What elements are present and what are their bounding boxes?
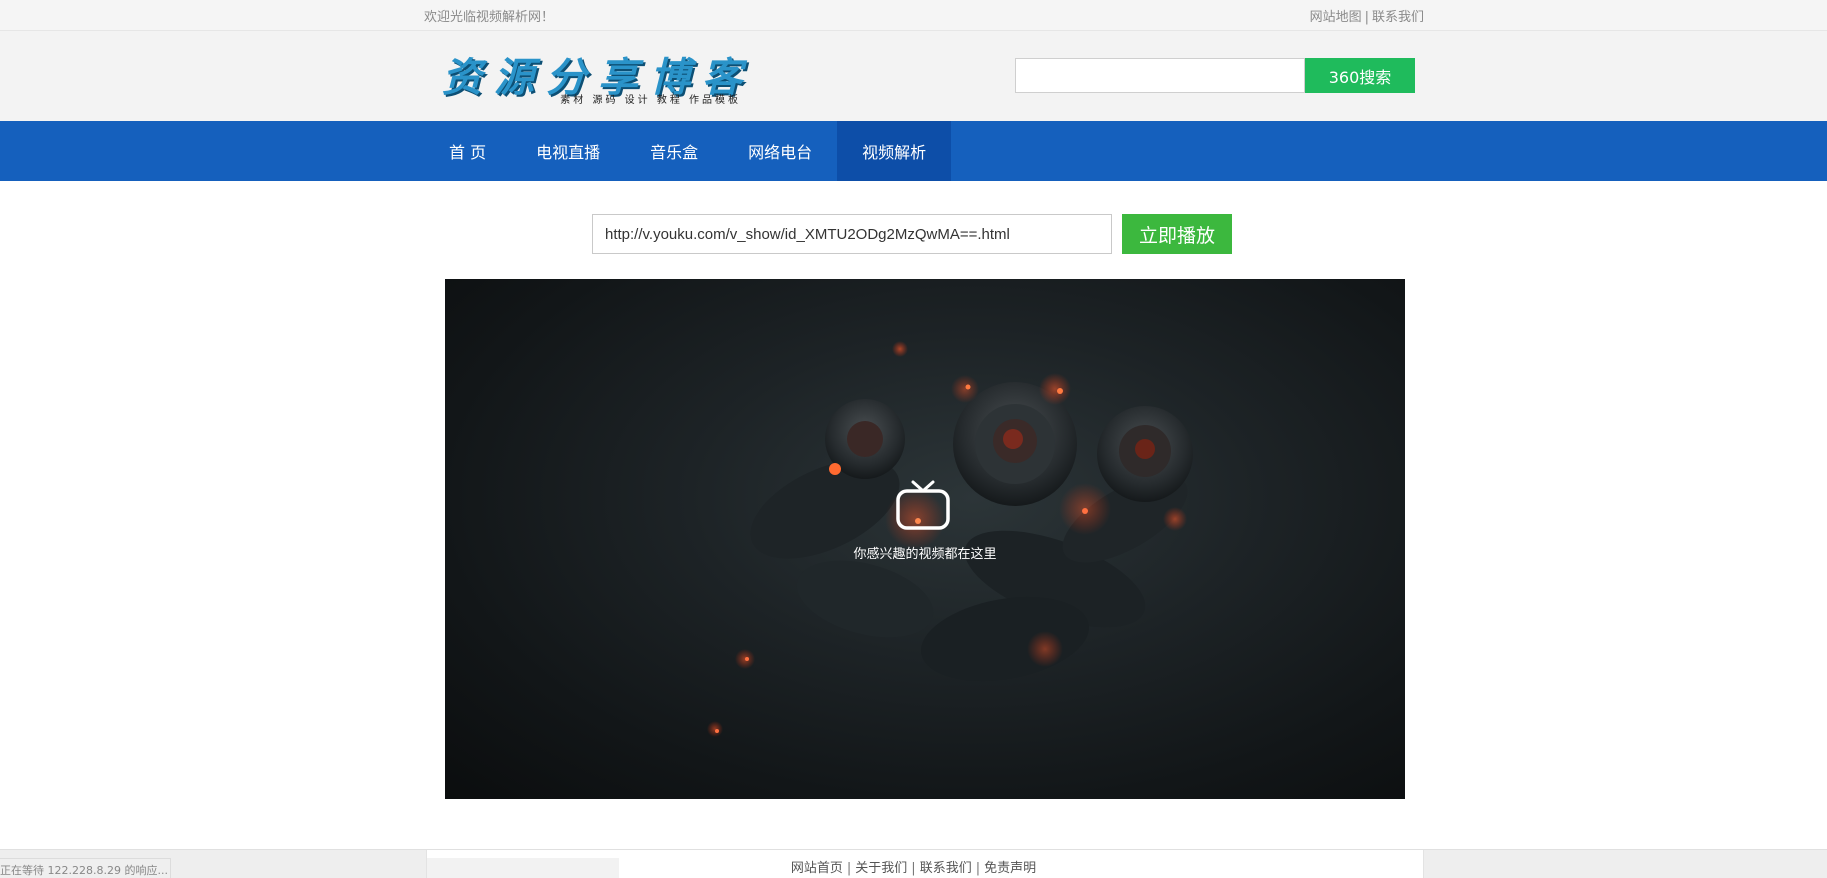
- footer-link-disclaimer[interactable]: 免责声明: [984, 861, 1036, 876]
- nav-item-home[interactable]: 首 页: [424, 121, 511, 181]
- nav-items: 首 页 电视直播 音乐盒 网络电台 视频解析: [424, 121, 952, 181]
- player-overlay: 你感兴趣的视频都在这里: [445, 279, 1405, 799]
- nav-item-tv-live[interactable]: 电视直播: [511, 121, 625, 181]
- footer-link-contact[interactable]: 联系我们: [920, 861, 972, 876]
- top-links: 网站地图 | 联系我们: [1310, 6, 1424, 25]
- main-nav: 首 页 电视直播 音乐盒 网络电台 视频解析: [0, 121, 1827, 181]
- top-link-separator: |: [1364, 10, 1369, 25]
- video-url-input[interactable]: [592, 214, 1112, 254]
- browser-status-bar: 正在等待 122.228.8.29 的响应...: [0, 858, 171, 878]
- site-footer: 网站首页 | 关于我们 | 联系我们 | 免责声明: [0, 849, 1827, 878]
- footer-link-separator: |: [846, 861, 852, 876]
- welcome-text: 欢迎光临视频解析网！: [424, 10, 555, 25]
- footer-links: 网站首页 | 关于我们 | 联系我们 | 免责声明: [0, 857, 1827, 876]
- footer-link-home[interactable]: 网站首页: [791, 861, 843, 876]
- tv-icon: [896, 480, 950, 530]
- footer-link-about[interactable]: 关于我们: [855, 861, 907, 876]
- sitemap-link[interactable]: 网站地图: [1310, 10, 1362, 25]
- search-input[interactable]: [1015, 58, 1305, 93]
- contact-link[interactable]: 联系我们: [1372, 10, 1424, 25]
- nav-item-video-parse[interactable]: 视频解析: [837, 121, 952, 181]
- play-now-button[interactable]: 立即播放: [1122, 214, 1232, 254]
- footer-link-separator: |: [975, 861, 981, 876]
- search-360-button[interactable]: 360搜索: [1305, 58, 1415, 93]
- nav-item-web-radio[interactable]: 网络电台: [723, 121, 837, 181]
- site-logo[interactable]: 资源分享博客 素材 源码 设计 教程 作品模板: [442, 45, 747, 107]
- footer-link-separator: |: [911, 861, 916, 876]
- site-header: 资源分享博客 素材 源码 设计 教程 作品模板 360搜索: [0, 31, 1827, 121]
- video-player[interactable]: 你感兴趣的视频都在这里: [445, 279, 1405, 799]
- nav-item-music-box[interactable]: 音乐盒: [625, 121, 723, 181]
- player-message: 你感兴趣的视频都在这里: [853, 547, 997, 562]
- top-bar: 欢迎光临视频解析网！ 网站地图 | 联系我们: [0, 0, 1827, 31]
- logo-subtitle: 素材 源码 设计 教程 作品模板: [560, 95, 741, 106]
